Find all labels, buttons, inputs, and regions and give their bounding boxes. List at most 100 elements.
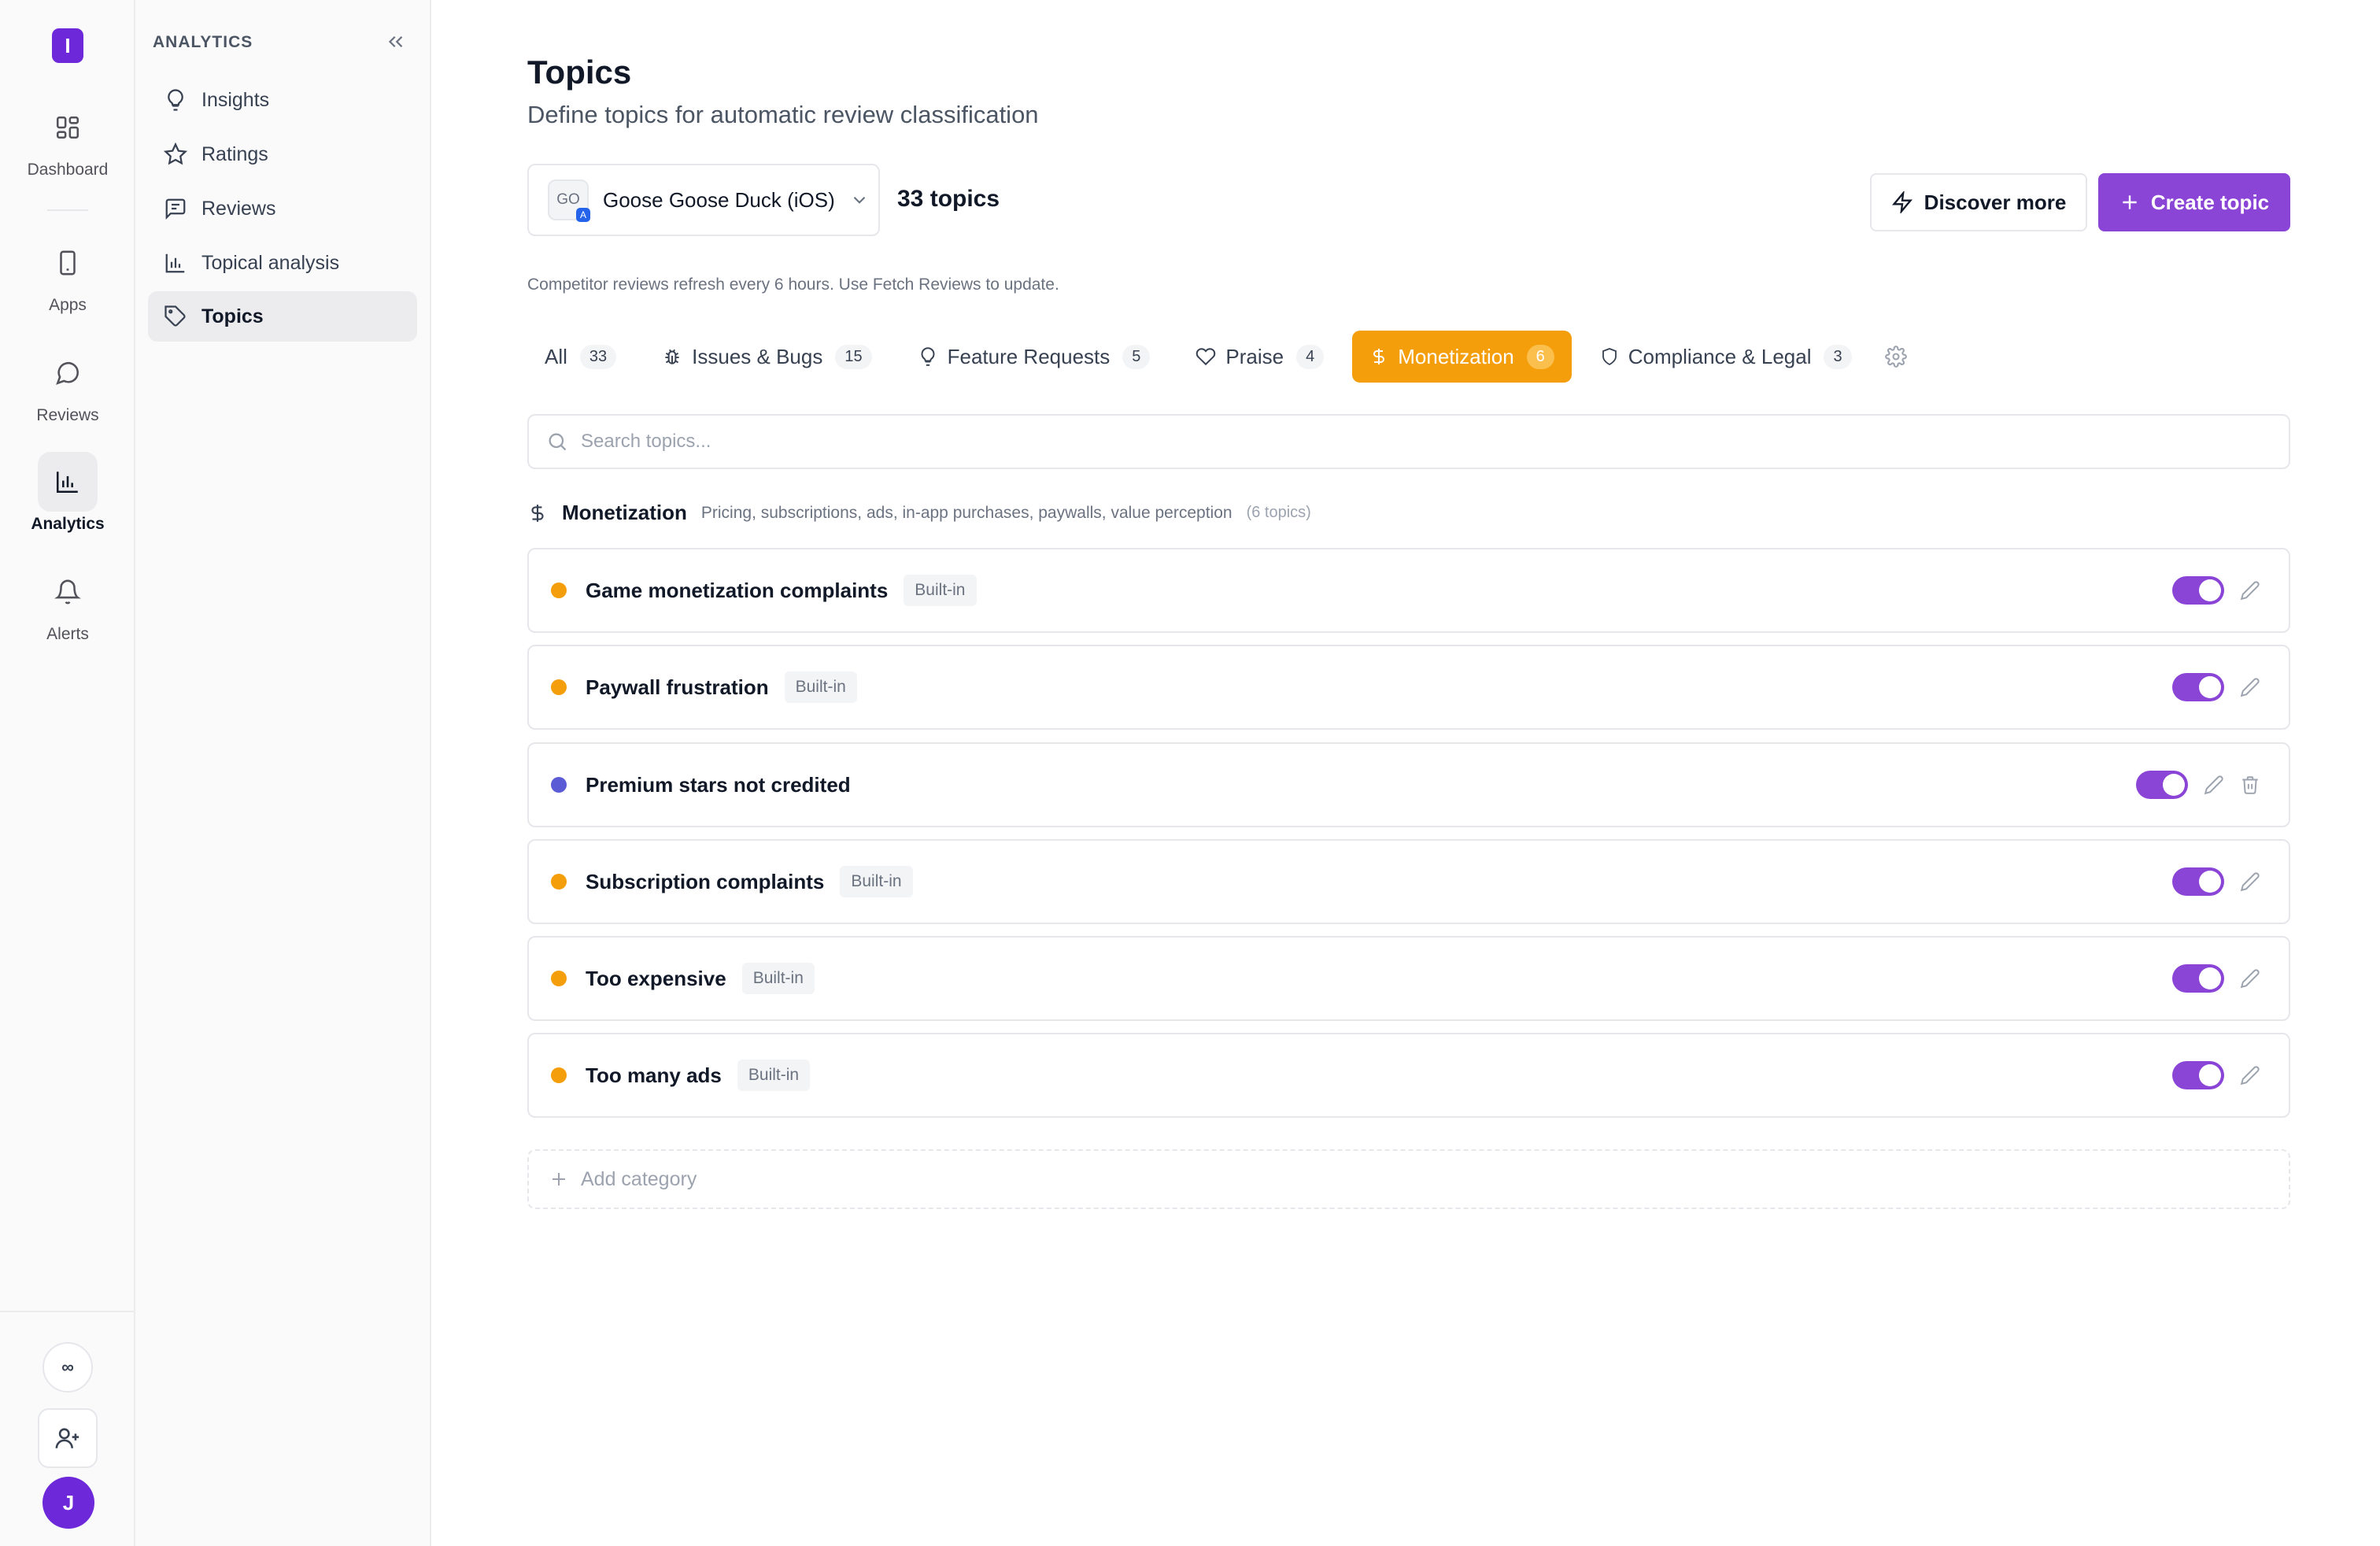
tab-praise[interactable]: Praise 4 [1178, 331, 1341, 383]
sidebar-item-topical-analysis[interactable]: Topical analysis [148, 238, 417, 288]
sidebar-item-reviews[interactable]: Reviews [148, 183, 417, 234]
infinity-button[interactable]: ∞ [42, 1342, 93, 1393]
message-icon [165, 198, 186, 220]
add-user-icon [55, 1428, 79, 1448]
tab-count: 3 [1824, 344, 1852, 369]
sidebar-item-topics[interactable]: Topics [148, 291, 417, 342]
built-in-badge: Built-in [840, 866, 913, 897]
rail-item-label: Alerts [46, 625, 89, 643]
search-field[interactable] [527, 414, 2290, 469]
tab-feature-requests[interactable]: Feature Requests 5 [900, 331, 1168, 383]
add-category-button[interactable]: Add category [527, 1149, 2290, 1209]
add-user-button[interactable] [38, 1408, 98, 1468]
tab-count: 4 [1296, 344, 1325, 369]
app-store-icon: A [576, 208, 590, 222]
tab-monetization[interactable]: Monetization 6 [1352, 331, 1572, 383]
sidebar-item-label: Reviews [201, 197, 276, 220]
topic-name: Paywall frustration [586, 675, 769, 699]
topic-row[interactable]: Game monetization complaints Built-in [527, 548, 2290, 633]
tab-count: 5 [1122, 344, 1151, 369]
bell-icon [38, 562, 98, 622]
topic-row[interactable]: Subscription complaints Built-in [527, 839, 2290, 924]
category-settings-button[interactable] [1884, 346, 1907, 368]
row-actions [2172, 841, 2260, 923]
page-subtitle: Define topics for automatic review class… [527, 101, 1039, 128]
user-avatar[interactable]: J [42, 1477, 94, 1529]
sidebar-item-label: Topics [201, 305, 264, 327]
pencil-icon[interactable] [2240, 580, 2260, 601]
topic-row[interactable]: Too expensive Built-in [527, 936, 2290, 1021]
chevrons-left-icon [388, 35, 403, 48]
category-description: Pricing, subscriptions, ads, in-app purc… [700, 503, 1232, 522]
sidebar-section-title: ANALYTICS [153, 33, 253, 51]
sidebar-item-ratings[interactable]: Ratings [148, 129, 417, 179]
plus-icon [552, 1173, 565, 1185]
topic-color-dot [551, 874, 567, 890]
gear-icon [1884, 346, 1907, 368]
category-header: Monetization Pricing, subscriptions, ads… [527, 501, 1311, 525]
row-actions [2172, 938, 2260, 1019]
rail-divider [0, 1311, 134, 1312]
rail-item-reviews[interactable]: Reviews [0, 343, 135, 425]
pencil-icon[interactable] [2240, 1065, 2260, 1086]
topic-enabled-toggle[interactable] [2172, 964, 2224, 993]
built-in-badge: Built-in [741, 963, 815, 994]
lightbulb-icon [921, 347, 935, 366]
plus-icon [2123, 195, 2137, 209]
category-tabs: All 33 Issues & Bugs 15 Feature Requests… [527, 331, 1907, 383]
analytics-sidebar: ANALYTICS Insights Ratings Reviews Topic… [135, 0, 431, 1546]
tab-compliance-legal[interactable]: Compliance & Legal 3 [1583, 331, 1869, 383]
topic-row[interactable]: Too many ads Built-in [527, 1033, 2290, 1118]
collapse-sidebar-button[interactable] [384, 30, 408, 54]
rail-item-alerts[interactable]: Alerts [0, 562, 135, 644]
app-selector[interactable]: GO A Goose Goose Duck (iOS) [527, 164, 880, 236]
rail-item-dashboard[interactable]: Dashboard [0, 98, 135, 179]
tab-label: Monetization [1398, 344, 1514, 368]
tab-all[interactable]: All 33 [527, 331, 634, 383]
tab-label: Feature Requests [947, 344, 1111, 368]
lightning-icon [1891, 191, 1913, 213]
rail-item-label: Dashboard [27, 161, 109, 179]
dollar-icon [1373, 349, 1385, 364]
topic-name: Subscription complaints [586, 869, 825, 893]
tab-count: 15 [835, 344, 872, 369]
shield-icon [1602, 348, 1617, 366]
row-actions [2136, 744, 2260, 826]
topic-enabled-toggle[interactable] [2172, 867, 2224, 896]
tab-label: All [545, 344, 567, 368]
discover-more-button[interactable]: Discover more [1870, 173, 2087, 231]
tab-issues-bugs[interactable]: Issues & Bugs 15 [645, 331, 889, 383]
app-name: Goose Goose Duck (iOS) [603, 187, 835, 212]
tab-label: Compliance & Legal [1628, 344, 1812, 368]
topic-enabled-toggle[interactable] [2136, 771, 2188, 799]
topic-enabled-toggle[interactable] [2172, 1061, 2224, 1089]
bug-icon [665, 349, 679, 364]
dollar-icon [531, 504, 544, 522]
pencil-icon[interactable] [2204, 775, 2224, 795]
app-thumb-text: GO [556, 191, 580, 208]
rail-item-apps[interactable]: Apps [0, 233, 135, 315]
topic-enabled-toggle[interactable] [2172, 673, 2224, 701]
pencil-icon[interactable] [2240, 968, 2260, 989]
category-name: Monetization [562, 501, 687, 524]
sidebar-item-insights[interactable]: Insights [148, 75, 417, 125]
page-title: Topics [527, 54, 632, 91]
topic-row[interactable]: Premium stars not credited [527, 742, 2290, 827]
create-topic-button[interactable]: Create topic [2098, 173, 2290, 231]
pencil-icon[interactable] [2240, 677, 2260, 697]
chevron-down-icon [853, 196, 866, 204]
search-input[interactable] [581, 431, 1998, 453]
dashboard-grid-icon [38, 98, 98, 157]
trash-icon[interactable] [2240, 775, 2260, 795]
topic-color-dot [551, 583, 567, 598]
create-topic-label: Create topic [2150, 190, 2270, 214]
app-logo[interactable]: I [52, 28, 83, 63]
topic-enabled-toggle[interactable] [2172, 576, 2224, 605]
pencil-icon[interactable] [2240, 871, 2260, 892]
tag-icon [164, 305, 186, 327]
rail-item-analytics[interactable]: Analytics [0, 452, 135, 534]
topic-row[interactable]: Paywall frustration Built-in [527, 645, 2290, 730]
rail-item-label: Reviews [36, 406, 99, 424]
built-in-badge: Built-in [737, 1060, 811, 1091]
category-count: (6 topics) [1246, 504, 1311, 521]
